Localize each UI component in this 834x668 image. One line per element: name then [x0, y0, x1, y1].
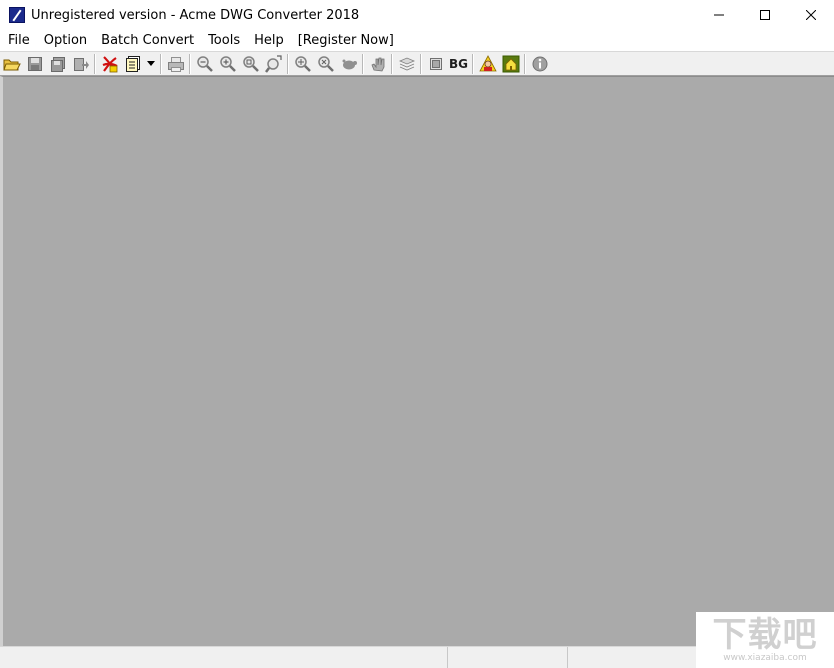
zoom-previous-icon	[317, 55, 334, 72]
print-button[interactable]	[164, 53, 187, 75]
save-all-icon	[50, 56, 65, 72]
watermark-url: www.xiazaiba.com	[723, 653, 807, 663]
background-color-button[interactable]	[424, 53, 447, 75]
toolbar-separator	[524, 53, 526, 74]
batch-convert-button[interactable]	[121, 53, 144, 75]
menu-help[interactable]: Help	[247, 30, 291, 51]
window-controls	[696, 0, 834, 30]
zoom-out-button[interactable]	[193, 53, 216, 75]
zoom-realtime-button[interactable]	[337, 53, 360, 75]
dropdown-arrow-icon	[147, 61, 155, 66]
toolbar: BG	[0, 51, 834, 76]
toolbar-separator	[287, 53, 289, 74]
zoom-extents-icon	[294, 55, 311, 72]
zoom-out-icon	[196, 55, 213, 72]
convert-pdf-icon	[102, 55, 117, 72]
open-folder-icon	[2, 59, 21, 70]
toolbar-separator	[94, 53, 96, 74]
minimize-icon	[714, 14, 724, 16]
title-bar: Unregistered version - Acme DWG Converte…	[0, 0, 834, 30]
print-icon	[167, 56, 184, 72]
save-all-button[interactable]	[46, 53, 69, 75]
maximize-button[interactable]	[742, 0, 788, 30]
menu-file[interactable]: File	[0, 30, 37, 51]
zoom-in-button[interactable]	[216, 53, 239, 75]
toolbar-separator	[472, 53, 474, 74]
toolbar-separator	[391, 53, 393, 74]
status-pane-main	[0, 647, 448, 668]
watermark-logo: 下载吧	[712, 615, 818, 655]
menu-batch-convert[interactable]: Batch Convert	[94, 30, 201, 51]
maximize-icon	[760, 10, 770, 20]
toolbar-separator	[189, 53, 191, 74]
export-button[interactable]	[69, 53, 92, 75]
save-icon	[27, 56, 42, 71]
layers-icon	[398, 57, 415, 70]
app-icon[interactable]	[9, 7, 25, 23]
batch-convert-icon	[125, 55, 140, 72]
window-title: Unregistered version - Acme DWG Converte…	[31, 7, 360, 23]
zoom-pan-button[interactable]	[262, 53, 285, 75]
zoom-extents-button[interactable]	[291, 53, 314, 75]
bg-label: BG	[449, 56, 468, 71]
home-icon	[502, 55, 519, 72]
toolbar-separator	[420, 53, 422, 74]
about-button[interactable]	[528, 53, 551, 75]
zoom-realtime-icon	[342, 59, 357, 69]
convert-pdf-button[interactable]	[98, 53, 121, 75]
menu-bar: File Option Batch Convert Tools Help [Re…	[0, 30, 834, 51]
toolbar-separator	[362, 53, 364, 74]
menu-option[interactable]: Option	[37, 30, 94, 51]
info-icon	[532, 56, 547, 71]
menu-tools[interactable]: Tools	[201, 30, 247, 51]
status-pane-tertiary	[568, 647, 696, 668]
zoom-window-icon	[242, 55, 259, 72]
pan-hand-icon	[370, 57, 384, 71]
open-button[interactable]	[0, 53, 23, 75]
user-help-button[interactable]	[476, 53, 499, 75]
export-icon	[73, 57, 89, 71]
toolbar-separator	[160, 53, 162, 74]
drawing-area[interactable]	[0, 76, 834, 646]
zoom-in-icon	[219, 55, 236, 72]
zoom-window-button[interactable]	[239, 53, 262, 75]
layers-button[interactable]	[395, 53, 418, 75]
batch-convert-dropdown[interactable]	[144, 53, 158, 75]
status-pane-secondary	[448, 647, 568, 668]
zoom-pan-icon	[264, 54, 282, 73]
menu-register-now[interactable]: [Register Now]	[291, 30, 401, 51]
watermark: 下载吧 www.xiazaiba.com	[696, 612, 834, 668]
close-icon	[806, 10, 816, 20]
minimize-button[interactable]	[696, 0, 742, 30]
pan-button[interactable]	[366, 53, 389, 75]
zoom-previous-button[interactable]	[314, 53, 337, 75]
save-button[interactable]	[23, 53, 46, 75]
bg-button[interactable]: BG	[447, 53, 470, 75]
close-button[interactable]	[788, 0, 834, 30]
home-button[interactable]	[499, 53, 522, 75]
user-help-icon	[478, 54, 497, 71]
background-icon	[429, 57, 442, 70]
